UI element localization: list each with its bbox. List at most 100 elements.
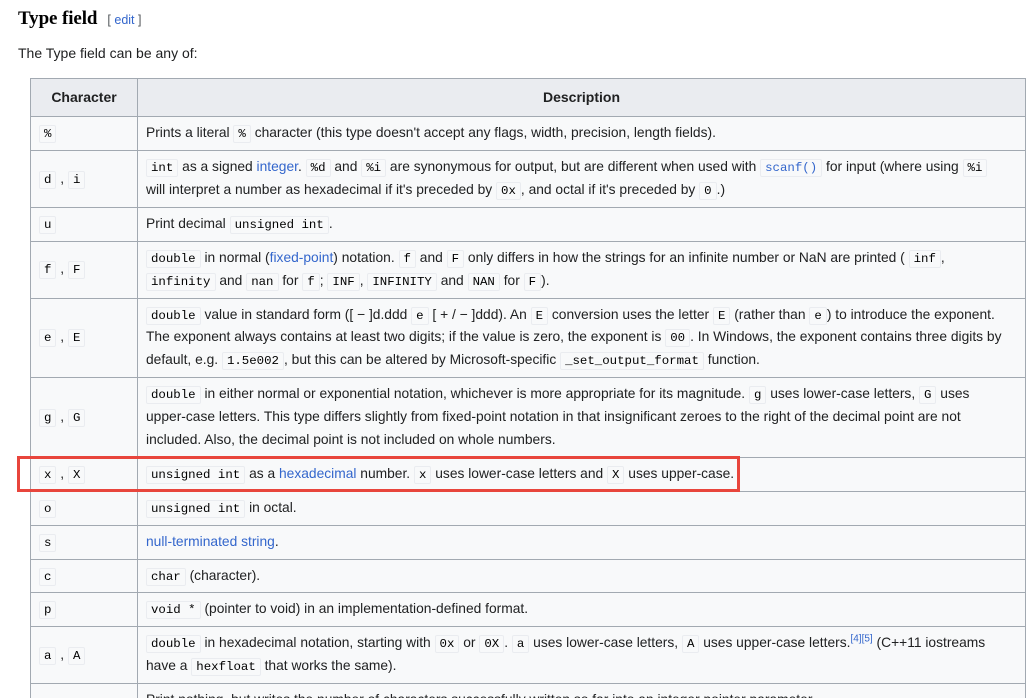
code-span: a xyxy=(512,635,529,653)
text-run: . In Windows, the exponent contains thre… xyxy=(690,329,1001,344)
reference-marker[interactable]: [4] xyxy=(850,634,861,645)
edit-bracket-open: [ xyxy=(107,13,110,27)
description-line: Prints a literal % character (this type … xyxy=(146,122,1017,145)
text-run: ) notation. xyxy=(333,250,398,265)
cell-description: void * (pointer to void) in an implement… xyxy=(138,593,1026,627)
text-run: are synonymous for output, but are diffe… xyxy=(386,159,760,174)
code-span: x xyxy=(414,466,431,484)
cell-character: p xyxy=(31,593,138,627)
text-run: function. xyxy=(704,352,760,367)
text-run: conversion uses the letter xyxy=(548,307,713,322)
code-span: d xyxy=(39,171,56,189)
code-span: G xyxy=(919,386,936,404)
char-separator: , xyxy=(56,409,68,424)
text-run: . xyxy=(329,216,333,231)
code-span: E xyxy=(531,307,548,325)
description-line: upper-case letters. This type differs sl… xyxy=(146,406,1017,429)
code-span: void * xyxy=(146,601,201,619)
code-span: e xyxy=(39,329,56,347)
cell-character: e , E xyxy=(31,298,138,378)
text-run: uses upper-case. xyxy=(624,466,734,481)
text-run: and xyxy=(416,250,447,265)
code-span: o xyxy=(39,500,56,518)
wiki-link[interactable]: integer xyxy=(257,159,298,174)
edit-link[interactable]: edit xyxy=(114,13,134,27)
code-span: e xyxy=(809,307,826,325)
section-heading: Type field [ edit ] xyxy=(0,0,1026,30)
table-row: e , E double value in standard form ([ − … xyxy=(31,298,1026,378)
code-span: unsigned int xyxy=(146,500,245,518)
table-row: x , Xunsigned int as a hexadecimal numbe… xyxy=(31,457,1026,491)
code-span: double xyxy=(146,250,201,268)
description-line: int as a signed integer. %d and %i are s… xyxy=(146,156,1017,179)
code-span: infinity xyxy=(146,273,216,291)
wiki-link[interactable]: null-terminated string xyxy=(146,534,275,549)
text-run: uses xyxy=(936,386,969,401)
code-span: 1.5e002 xyxy=(222,352,284,370)
cell-character: s xyxy=(31,525,138,559)
code-span: f xyxy=(39,261,56,279)
description-line: The exponent always contains at least tw… xyxy=(146,326,1017,349)
description-line: char (character). xyxy=(146,565,1017,588)
code-span: u xyxy=(39,216,56,234)
text-run: uses lower-case letters, xyxy=(766,386,919,401)
text-run: in hexadecimal notation, starting with xyxy=(201,635,435,650)
text-run: value in standard form ([ − ]d.ddd xyxy=(201,307,412,322)
text-run: The exponent always contains at least tw… xyxy=(146,329,665,344)
code-span: 0 xyxy=(699,182,716,200)
text-run: in either normal or exponential notation… xyxy=(201,386,749,401)
table-row: o unsigned int in octal. xyxy=(31,491,1026,525)
text-run: for xyxy=(500,273,524,288)
text-run: and xyxy=(216,273,247,288)
code-span: i xyxy=(68,171,85,189)
text-run: and xyxy=(331,159,362,174)
code-span: A xyxy=(682,635,699,653)
reference-link[interactable]: [4] xyxy=(850,634,861,645)
table-row: a , Adouble in hexadecimal notation, sta… xyxy=(31,627,1026,684)
text-run: number. xyxy=(356,466,414,481)
cell-character: o xyxy=(31,491,138,525)
code-span: x xyxy=(39,466,56,484)
wiki-link[interactable]: hexadecimal xyxy=(279,466,356,481)
text-run: . xyxy=(504,635,512,650)
text-run: [ + / − ]ddd). An xyxy=(429,307,531,322)
edit-bracket-close: ] xyxy=(138,13,141,27)
description-line: void * (pointer to void) in an implement… xyxy=(146,598,1017,621)
code-span: g xyxy=(39,409,56,427)
text-run: ) to introduce the exponent. xyxy=(827,307,995,322)
description-line: unsigned int as a hexadecimal number. x … xyxy=(146,463,1017,486)
code-span: %i xyxy=(963,159,988,177)
text-run: default, e.g. xyxy=(146,352,222,367)
cell-character: g , G xyxy=(31,378,138,458)
code-span: s xyxy=(39,534,56,552)
code-span: 00 xyxy=(665,329,690,347)
reference-link[interactable]: [5] xyxy=(862,634,873,645)
table-row: cchar (character). xyxy=(31,559,1026,593)
reference-marker[interactable]: [5] xyxy=(862,634,873,645)
table-row: nPrint nothing, but writes the number of… xyxy=(31,684,1026,698)
description-line: Print nothing, but writes the number of … xyxy=(146,689,1017,698)
text-run: in normal ( xyxy=(201,250,270,265)
column-header-description: Description xyxy=(138,79,1026,117)
code-span: double xyxy=(146,635,201,653)
code-link[interactable]: scanf() xyxy=(760,159,822,177)
text-run: that works the same). xyxy=(261,658,397,673)
cell-description: double value in standard form ([ − ]d.dd… xyxy=(138,298,1026,378)
text-run: (character). xyxy=(186,568,260,583)
cell-description: null-terminated string. xyxy=(138,525,1026,559)
table-row: d , iint as a signed integer. %d and %i … xyxy=(31,151,1026,208)
table-container: Character Description %Prints a literal … xyxy=(0,61,1026,698)
description-line: will interpret a number as hexadecimal i… xyxy=(146,179,1017,202)
description-line: default, e.g. 1.5e002, but this can be a… xyxy=(146,349,1017,372)
code-span: _set_output_format xyxy=(560,352,704,370)
description-line: double value in standard form ([ − ]d.dd… xyxy=(146,304,1017,327)
text-run: in octal. xyxy=(245,500,296,515)
code-span: unsigned int xyxy=(146,466,245,484)
wiki-link[interactable]: fixed-point xyxy=(270,250,334,265)
text-run: , xyxy=(941,250,945,265)
cell-description: Print nothing, but writes the number of … xyxy=(138,684,1026,698)
text-run: Print decimal xyxy=(146,216,230,231)
description-line: Print decimal unsigned int. xyxy=(146,213,1017,236)
code-span: INF xyxy=(327,273,359,291)
char-separator: , xyxy=(56,261,68,276)
